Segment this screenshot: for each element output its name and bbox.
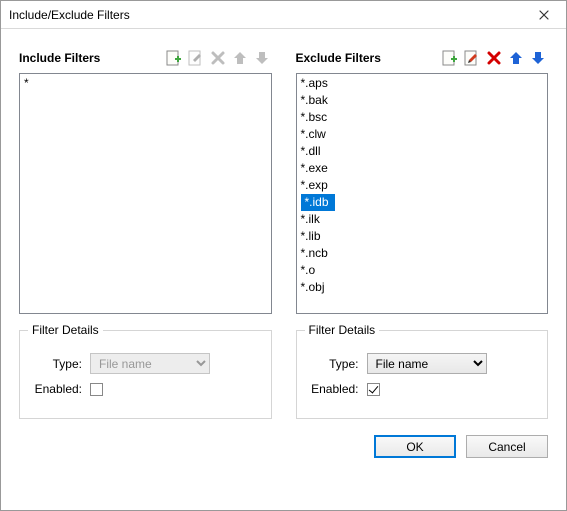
enabled-row: Enabled:: [32, 382, 259, 396]
list-item[interactable]: *.exe: [297, 160, 548, 177]
down-icon: [254, 50, 270, 66]
list-item[interactable]: *.idb: [301, 194, 335, 211]
exclude-listbox[interactable]: *.aps*.bak*.bsc*.clw*.dll*.exe*.exp*.idb…: [296, 73, 549, 314]
enabled-label: Enabled:: [32, 382, 90, 396]
filter-panes: Include Filters: [19, 47, 548, 419]
type-row: Type: File name: [309, 353, 536, 374]
list-item[interactable]: *.ilk: [297, 211, 548, 228]
include-moveup-button: [230, 48, 250, 68]
include-listbox[interactable]: *: [19, 73, 272, 314]
include-filter-details: Filter Details Type: File name Enabled:: [19, 330, 272, 419]
list-item[interactable]: *.obj: [297, 279, 548, 296]
add-icon: [166, 50, 182, 66]
list-item[interactable]: *.ncb: [297, 245, 548, 262]
list-item[interactable]: *.o: [297, 262, 548, 279]
type-row: Type: File name: [32, 353, 259, 374]
include-title: Include Filters: [19, 51, 100, 65]
close-icon: [539, 10, 549, 20]
add-icon: [442, 50, 458, 66]
list-item[interactable]: *.aps: [297, 75, 548, 92]
include-toolbar: [164, 48, 272, 68]
list-item[interactable]: *.lib: [297, 228, 548, 245]
window-close-button[interactable]: [521, 1, 566, 29]
dialog-buttons: OK Cancel: [19, 435, 548, 458]
enabled-label: Enabled:: [309, 382, 367, 396]
cancel-button[interactable]: Cancel: [466, 435, 548, 458]
window-title: Include/Exclude Filters: [9, 8, 130, 22]
down-icon: [530, 50, 546, 66]
exclude-enabled-checkbox[interactable]: [367, 383, 380, 396]
groupbox-title: Filter Details: [305, 323, 380, 337]
exclude-pane: Exclude Filters: [296, 47, 549, 419]
exclude-delete-button[interactable]: [484, 48, 504, 68]
type-label: Type:: [309, 357, 367, 371]
enabled-row: Enabled:: [309, 382, 536, 396]
list-item[interactable]: *.exp: [297, 177, 548, 194]
list-item[interactable]: *.bak: [297, 92, 548, 109]
exclude-movedown-button[interactable]: [528, 48, 548, 68]
exclude-title: Exclude Filters: [296, 51, 381, 65]
list-item[interactable]: *.bsc: [297, 109, 548, 126]
include-pane: Include Filters: [19, 47, 272, 419]
exclude-toolbar: [440, 48, 548, 68]
edit-icon: [464, 50, 480, 66]
include-type-select: File name: [90, 353, 210, 374]
include-add-button[interactable]: [164, 48, 184, 68]
include-enabled-checkbox: [90, 383, 103, 396]
ok-button[interactable]: OK: [374, 435, 456, 458]
delete-icon: [210, 50, 226, 66]
include-movedown-button: [252, 48, 272, 68]
list-item[interactable]: *.clw: [297, 126, 548, 143]
exclude-type-select[interactable]: File name: [367, 353, 487, 374]
titlebar: Include/Exclude Filters: [1, 1, 566, 29]
exclude-moveup-button[interactable]: [506, 48, 526, 68]
exclude-filter-details: Filter Details Type: File name Enabled:: [296, 330, 549, 419]
list-item[interactable]: *.dll: [297, 143, 548, 160]
include-delete-button: [208, 48, 228, 68]
edit-icon: [188, 50, 204, 66]
exclude-header: Exclude Filters: [296, 47, 549, 69]
list-item[interactable]: *: [20, 75, 271, 92]
up-icon: [232, 50, 248, 66]
exclude-add-button[interactable]: [440, 48, 460, 68]
include-header: Include Filters: [19, 47, 272, 69]
delete-icon: [486, 50, 502, 66]
exclude-edit-button[interactable]: [462, 48, 482, 68]
groupbox-title: Filter Details: [28, 323, 103, 337]
up-icon: [508, 50, 524, 66]
include-edit-button: [186, 48, 206, 68]
type-label: Type:: [32, 357, 90, 371]
dialog-content: Include Filters: [1, 29, 566, 510]
